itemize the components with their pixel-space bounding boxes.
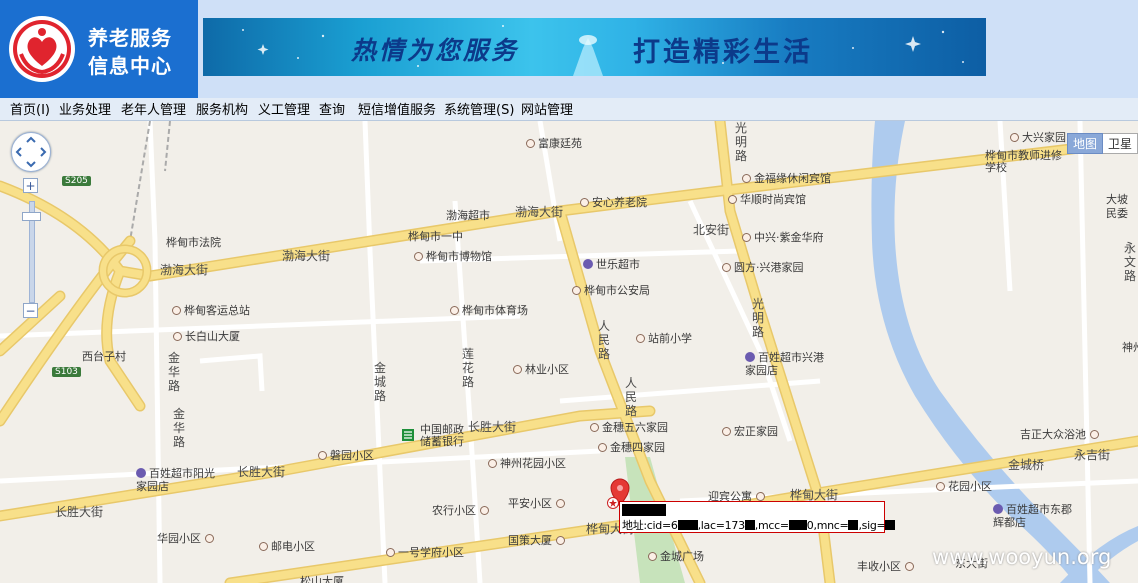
banner-slogan-right: 打造精彩生活 <box>633 37 813 68</box>
poi-label[interactable]: 中国邮政储蓄银行 <box>420 424 468 448</box>
poi-label[interactable]: 世乐超市 <box>583 256 640 272</box>
poi-label[interactable]: 磐园小区 <box>318 447 374 463</box>
poi-label[interactable]: 平安小区 <box>508 495 568 511</box>
road-label: 金城桥 <box>1008 458 1045 472</box>
village-label: 西台子村 <box>82 350 126 363</box>
marker-info-box[interactable]: 地址:cid=6 ,lac=173 ,mcc= 0,mnc= ,sig= <box>619 501 896 533</box>
redacted-name <box>622 504 666 516</box>
poi-label[interactable]: 大兴家园 <box>1010 129 1066 145</box>
zoom-out-button[interactable]: − <box>23 303 38 318</box>
poi-label[interactable]: 金城广场 <box>648 548 704 564</box>
poi-label[interactable]: 桦甸市体育场 <box>450 302 528 318</box>
poi-label[interactable]: 华园小区 <box>157 530 217 546</box>
poi-label[interactable]: 长白山大厦 <box>173 328 240 344</box>
menu-elderly[interactable]: 老年人管理 <box>121 99 186 118</box>
postal-bank-icon <box>402 429 414 441</box>
road-label: 渤海大街 <box>160 263 209 277</box>
zoom-in-button[interactable]: + <box>23 178 38 193</box>
poi-label[interactable]: 华顺时尚宾馆 <box>728 191 806 207</box>
main-menu: 首页(I) 业务处理 老年人管理 服务机构 义工管理 查询 短信增值服务 系统管… <box>0 98 1138 121</box>
poi-label[interactable]: 吉正大众浴池 <box>1020 426 1102 442</box>
logo-title-line2: 信息中心 <box>88 54 172 78</box>
menu-home[interactable]: 首页(I) <box>10 99 50 118</box>
banner: 热情为您服务 打造精彩生活 <box>203 18 986 76</box>
poi-label[interactable]: 桦甸市博物馆 <box>414 248 492 264</box>
menu-institutions[interactable]: 服务机构 <box>196 99 248 118</box>
road-label: 渤海大街 <box>515 205 564 219</box>
poi-label[interactable]: 桦甸市公安局 <box>572 282 650 298</box>
road-label: 金城路 <box>374 361 387 403</box>
pan-arrows-icon <box>15 136 47 168</box>
poi-label[interactable]: 桦甸市教师进修学校 <box>985 150 1065 174</box>
poi-label[interactable]: 金穗五六家园 <box>590 419 668 435</box>
map-type-map-button[interactable]: 地图 <box>1066 133 1103 154</box>
poi-label[interactable]: 圆方·兴港家园 <box>722 259 804 275</box>
cell-info-address: 地址:cid=6 ,lac=173 ,mcc= 0,mnc= ,sig= <box>622 517 896 533</box>
poi-label[interactable]: 神州 <box>1122 339 1138 355</box>
elderly-care-emblem-icon <box>9 16 75 82</box>
poi-label[interactable]: 中兴·紫金华府 <box>742 229 824 245</box>
poi-label[interactable]: 神州花园小区 <box>488 455 566 471</box>
poi-label[interactable]: 渤海超市 <box>446 207 490 223</box>
road-label: 永文路 <box>1124 241 1137 283</box>
road-label: 金华路 <box>168 351 181 393</box>
road-label: 长胜大街 <box>55 505 104 519</box>
poi-label[interactable]: 百姓超市阳光家园店 <box>136 467 216 493</box>
road-label: 人民路 <box>598 319 611 361</box>
pan-control[interactable] <box>11 132 51 172</box>
road-label: 北安街 <box>693 223 730 237</box>
site-header: 养老服务 信息中心 热情为您服务 打造精彩生活 首页(I) 业务处理 老年人管理… <box>0 0 1138 121</box>
poi-label[interactable]: 松山大厦 <box>300 573 344 583</box>
poi-label[interactable]: 金福缘休闲宾馆 <box>742 170 831 186</box>
poi-label[interactable]: 邮电小区 <box>259 538 315 554</box>
poi-label[interactable]: 百姓超市兴港家园店 <box>745 351 825 377</box>
banner-slogan-left: 热情为您服务 <box>351 36 520 65</box>
menu-website[interactable]: 网站管理 <box>521 99 573 118</box>
map-type-satellite-button[interactable]: 卫星 <box>1102 133 1138 154</box>
marker-star-icon <box>607 497 619 509</box>
poi-label[interactable]: 丰收小区 <box>857 558 917 574</box>
road-label: 永吉街 <box>1074 448 1111 462</box>
road-label: 光明路 <box>752 297 765 339</box>
poi-label[interactable]: 宏正家园 <box>722 423 778 439</box>
zoom-slider-handle[interactable] <box>22 212 41 221</box>
poi-label[interactable]: 站前小学 <box>636 330 692 346</box>
watermark: www.wooyun.org <box>932 545 1112 569</box>
road-label: 长胜大街 <box>468 420 517 434</box>
menu-query[interactable]: 查询 <box>319 99 345 118</box>
map-type-switch: 地图 卫星 <box>1066 133 1138 154</box>
poi-label[interactable]: 安心养老院 <box>580 194 647 210</box>
poi-label[interactable]: 桦甸市法院 <box>166 234 221 250</box>
road-label: 渤海大街 <box>282 249 331 263</box>
poi-label[interactable]: 一号学府小区 <box>386 544 464 560</box>
logo-title-line1: 养老服务 <box>88 26 172 50</box>
poi-label[interactable]: 百姓超市东郡辉都店 <box>993 503 1073 529</box>
poi-label[interactable]: 桦甸市一中 <box>408 228 463 244</box>
road-label: 光明路 <box>735 121 748 163</box>
poi-label[interactable]: 花园小区 <box>936 478 992 494</box>
road-label: 莲花路 <box>462 347 475 389</box>
poi-label[interactable]: 林业小区 <box>513 361 569 377</box>
poi-label[interactable]: 国策大厦 <box>508 532 568 548</box>
poi-label[interactable]: 桦甸客运总站 <box>172 302 250 318</box>
poi-label[interactable]: 农行小区 <box>432 502 492 518</box>
menu-system[interactable]: 系统管理(S) <box>444 99 514 118</box>
poi-label[interactable]: 大坡民委 <box>1106 193 1138 221</box>
poi-label[interactable]: 富康廷苑 <box>526 135 582 151</box>
map-view[interactable]: 渤海大街 渤海大街 渤海大街 北安街 光明路 光明路 人民路 人民路 金华路 金… <box>0 121 1138 583</box>
menu-volunteers[interactable]: 义工管理 <box>258 99 310 118</box>
menu-business[interactable]: 业务处理 <box>59 99 111 118</box>
highway-shield: S205 <box>62 176 91 186</box>
banner-sparkle-decoration <box>242 25 964 76</box>
menu-sms[interactable]: 短信增值服务 <box>358 99 436 118</box>
highway-shield: S103 <box>52 367 81 377</box>
logo[interactable]: 养老服务 信息中心 <box>0 0 198 98</box>
road-label: 金华路 <box>173 407 186 449</box>
road-label: 长胜大街 <box>237 465 286 479</box>
road-label: 人民路 <box>625 376 638 418</box>
poi-label[interactable]: 金穗四家园 <box>598 439 665 455</box>
